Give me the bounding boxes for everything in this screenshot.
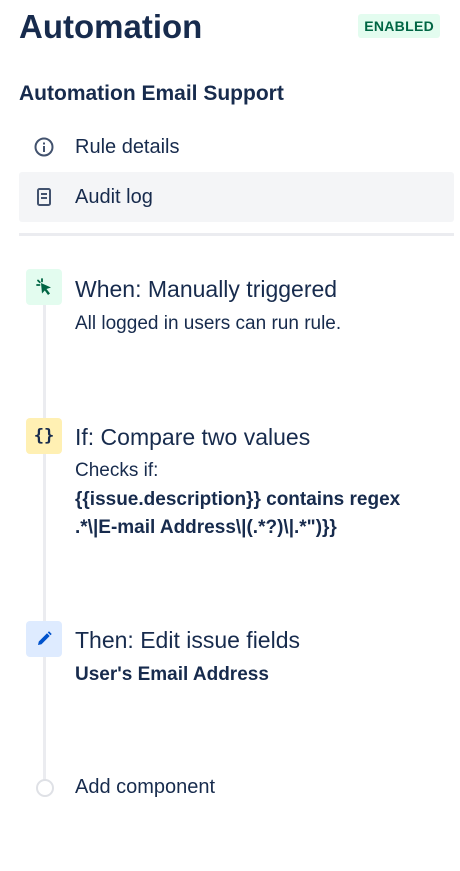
status-badge: ENABLED [358, 14, 440, 38]
condition-description: Checks if: [75, 460, 159, 481]
add-component-button[interactable]: Add component [75, 776, 215, 799]
page-title: Automation [19, 8, 203, 45]
trigger-title[interactable]: When: Manually triggered [75, 276, 337, 303]
divider [19, 233, 454, 236]
condition-expression-line-1: {{issue.description}} contains regex [75, 489, 401, 510]
braces-icon[interactable]: {} [26, 418, 62, 454]
nav-label-rule-details: Rule details [75, 135, 180, 158]
pencil-icon[interactable] [26, 621, 62, 657]
add-component-circle-icon[interactable] [36, 779, 54, 797]
rule-name: Automation Email Support [19, 82, 284, 105]
action-title[interactable]: Then: Edit issue fields [75, 627, 300, 654]
trigger-description: All logged in users can run rule. [75, 313, 342, 334]
header: Automation ENABLED [19, 6, 440, 48]
condition-expression-line-2: .*\|E-mail Address\|(.*?)\|.*")}} [75, 517, 337, 538]
automation-rule-panel: Automation ENABLED Automation Email Supp… [0, 0, 460, 871]
document-icon [33, 186, 55, 208]
cursor-click-icon[interactable] [26, 269, 62, 305]
nav-item-audit-log[interactable]: Audit log [19, 172, 454, 222]
condition-title[interactable]: If: Compare two values [75, 424, 310, 451]
nav-label-audit-log: Audit log [75, 185, 153, 208]
action-field: User's Email Address [75, 664, 269, 685]
timeline-line [43, 300, 46, 780]
info-icon [33, 136, 55, 158]
nav-item-rule-details[interactable]: Rule details [19, 122, 454, 172]
